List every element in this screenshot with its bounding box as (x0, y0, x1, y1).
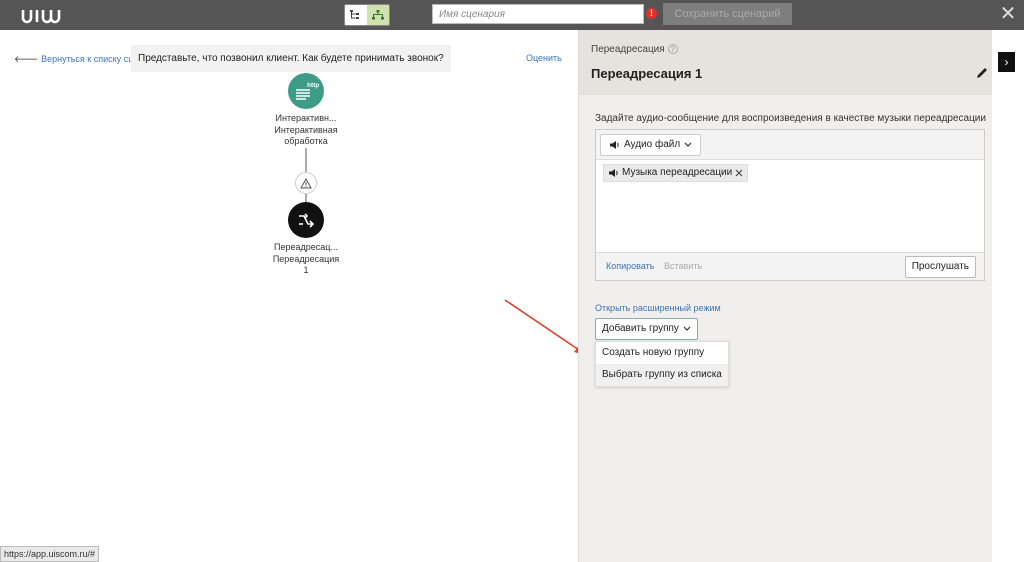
node-subtitle-2: 1 (303, 265, 309, 275)
properties-panel: Переадресация? Переадресация 1 Задайте а… (578, 30, 992, 562)
connector-line (305, 194, 307, 202)
help-icon[interactable]: ? (667, 44, 678, 54)
remove-icon[interactable] (735, 169, 743, 177)
status-bar-url: https://app.uiscom.ru/# (0, 546, 100, 562)
back-to-list-link[interactable]: 🡐Вернуться к списку сценариев (14, 54, 132, 65)
rate-link[interactable]: Оценить (526, 53, 562, 63)
add-group-label: Добавить группу (602, 323, 679, 334)
panel-subtitle-text: Переадресация (591, 44, 665, 55)
http-document-icon: http (296, 82, 319, 100)
chevron-down-icon (684, 142, 692, 147)
http-node-circle: http (288, 73, 324, 109)
chevron-down-icon (683, 326, 691, 331)
panel-header: Переадресация? Переадресация 1 (579, 30, 992, 95)
redirect-arrows-icon (299, 213, 315, 228)
scenario-canvas: 🡐Вернуться к списку сценариев Представьт… (0, 30, 588, 562)
node-title: Переадресац... (274, 242, 338, 252)
pencil-icon[interactable] (975, 66, 989, 80)
node-subtitle: Интерактивная (274, 124, 338, 135)
audio-file-tag[interactable]: Музыка переадресации (603, 164, 749, 182)
redirect-node[interactable]: Переадресац... Переадресация 1 (269, 202, 343, 277)
audio-label: Задайте аудио-сообщение для воспроизведе… (595, 113, 986, 124)
audio-dropdown-label: Аудио файл (624, 139, 681, 150)
audio-editor: Аудио файл Музыка переадресации Копирова… (595, 129, 985, 281)
uiscom-logo[interactable] (20, 4, 80, 26)
panel-subtitle: Переадресация? (591, 44, 678, 55)
close-icon[interactable]: ✕ (998, 4, 1018, 24)
audio-type-dropdown[interactable]: Аудио файл (600, 134, 702, 156)
connector-line (305, 148, 307, 172)
top-bar: ! Сохранить сценарий ✕ (0, 0, 1024, 30)
audio-toolbar: Аудио файл (596, 130, 984, 160)
node-subtitle-2: обработка (284, 136, 328, 146)
list-view-button[interactable] (345, 5, 367, 25)
speaker-icon (610, 141, 619, 149)
right-gutter (992, 30, 1024, 562)
add-group-button[interactable]: Добавить группу (595, 318, 698, 340)
save-scenario-button[interactable]: Сохранить сценарий (663, 3, 792, 25)
menu-item-select-group[interactable]: Выбрать группу из списка (596, 364, 728, 386)
listen-button[interactable]: Прослушать (904, 256, 976, 278)
warning-triangle-icon (300, 177, 312, 188)
back-link-label: Вернуться к списку сценариев (41, 54, 132, 64)
hint-tooltip: Представьте, что позвонил клиент. Как бу… (131, 45, 451, 72)
node-title: Интерактивн... (275, 113, 337, 123)
list-tree-icon (350, 10, 359, 19)
add-group-menu: Создать новую группу Выбрать группу из с… (595, 341, 729, 387)
tree-view-button[interactable] (367, 5, 389, 25)
audio-footer: Копировать Вставить Прослушать (596, 252, 984, 280)
chevron-right-icon[interactable]: › (998, 52, 1015, 72)
advanced-mode-link[interactable]: Открыть расширенный режим (595, 303, 721, 313)
paste-link[interactable]: Вставить (664, 261, 702, 271)
hierarchy-icon (372, 10, 384, 20)
copy-link[interactable]: Копировать (606, 261, 654, 271)
http-badge: http (307, 82, 319, 89)
validation-warning-icon: ! (646, 8, 657, 19)
redirect-node-circle (288, 202, 324, 238)
panel-title: Переадресация 1 (591, 66, 703, 81)
connection-warning[interactable] (295, 172, 317, 194)
interactive-processing-node[interactable]: http Интерактивн... Интерактивная обрабо… (269, 73, 343, 148)
arrow-left-icon: 🡐 (14, 54, 39, 64)
speaker-icon (609, 169, 618, 177)
menu-item-create-group[interactable]: Создать новую группу (596, 342, 728, 364)
node-subtitle: Переадресация (272, 253, 340, 264)
view-toggle (344, 4, 390, 26)
audio-tag-label: Музыка переадресации (622, 167, 733, 178)
audio-content: Музыка переадресации (596, 160, 984, 254)
scenario-name-input[interactable] (432, 4, 644, 24)
